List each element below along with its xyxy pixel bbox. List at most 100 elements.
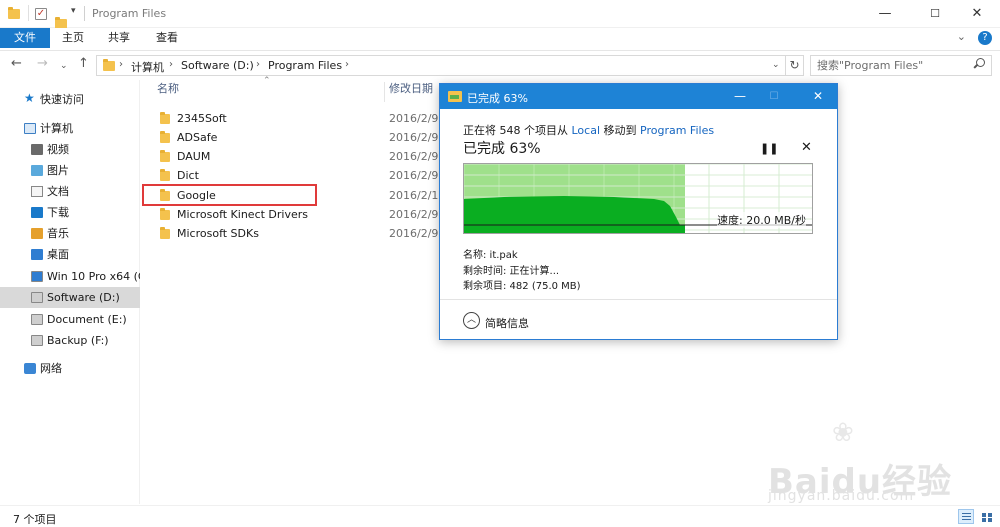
nav-item-downloads[interactable]: 下载 [0,202,140,223]
file-row[interactable]: ADSafe 2016/2/9 [155,128,445,147]
title-bar: ✓ ▾ Program Files — ☐ ✕ [0,0,1000,29]
details-view-button[interactable] [958,509,974,524]
help-icon[interactable]: ? [978,31,992,45]
minimize-button[interactable]: — [862,0,908,28]
file-name: Microsoft SDKs [177,227,259,240]
maximize-button[interactable]: ☐ [912,0,958,28]
pictures-folder-icon [31,165,43,176]
breadcrumb-software-drive[interactable]: Software (D:) [181,59,254,72]
file-date: 2016/2/9 [389,150,439,163]
file-date: 2016/2/9 [389,131,439,144]
speed-label: 速度: 20.0 MB/秒 [717,212,806,228]
window-title: Program Files [92,7,167,20]
paw-logo-icon: ❀ [832,418,854,448]
nav-item-pictures[interactable]: 图片 [0,160,140,181]
refresh-button[interactable]: ↻ [786,55,804,76]
breadcrumb-program-files[interactable]: Program Files [268,59,342,72]
file-date: 2016/2/9 [389,227,439,240]
breadcrumb-chevron-icon[interactable]: › [169,59,173,70]
file-name: 2345Soft [177,112,227,125]
column-header-name[interactable]: 名称 [157,80,179,96]
file-row[interactable]: 2345Soft 2016/2/9 [155,109,445,128]
address-history-chevron-icon[interactable]: ⌄ [772,55,780,76]
fewer-details-toggle[interactable]: ︿ 简略信息 [463,312,563,332]
nav-item-drive-d[interactable]: Software (D:) [0,287,140,308]
file-date: 2016/2/9 [389,112,439,125]
column-divider[interactable] [384,82,385,102]
breadcrumb-chevron-icon[interactable]: › [119,59,123,70]
cancel-button[interactable]: ✕ [801,140,812,155]
items-remaining: 剩余项目: 482 (75.0 MB) [463,281,581,292]
folder-icon [160,169,170,181]
back-arrow-icon[interactable]: ← [11,57,22,71]
search-input[interactable] [817,58,967,73]
nav-item-computer[interactable]: 计算机 [0,118,140,139]
pause-button[interactable]: ❚❚ [760,142,778,155]
expand-ribbon-chevron-icon[interactable]: ⌄ [957,30,966,43]
highlight-annotation-box [142,184,317,206]
navigation-pane: ★ 快速访问 计算机 视频 图片 文档 下载 音乐 桌面 Win 10 Pro … [0,80,140,504]
folder-icon [160,112,170,124]
recent-locations-chevron-icon[interactable]: ⌄ [60,59,68,73]
tab-file[interactable]: 文件 [0,28,50,48]
baidu-watermark: ❀ Baidu经验 jingyan.baidu.com [768,418,998,508]
column-header-date[interactable]: 修改日期 [389,80,433,96]
search-box[interactable] [810,55,992,76]
chevron-up-icon: ︿ [463,312,480,329]
forward-arrow-icon[interactable]: → [37,57,48,71]
windows-drive-icon [31,271,43,282]
tab-home[interactable]: 主页 [52,28,94,48]
progress-percent: 已完成 63% [463,141,541,157]
nav-item-desktop[interactable]: 桌面 [0,244,140,265]
copy-progress-icon [448,91,462,102]
documents-folder-icon [31,186,43,197]
current-file-name: 名称: it.pak [463,250,518,261]
videos-folder-icon [31,144,43,155]
dialog-minimize-button[interactable]: — [726,84,754,109]
file-row[interactable]: Microsoft SDKs 2016/2/9 [155,224,445,243]
destination-link[interactable]: Program Files [640,124,714,137]
properties-icon[interactable]: ✓ [35,8,47,20]
file-name: ADSafe [177,131,218,144]
nav-item-network[interactable]: 网络 [0,358,140,379]
tab-share[interactable]: 共享 [98,28,140,48]
transfer-speed-graph: 速度: 20.0 MB/秒 [463,163,813,234]
file-name: DAUM [177,150,211,163]
computer-icon [24,123,36,134]
nav-item-quick-access[interactable]: ★ 快速访问 [0,89,140,110]
file-row[interactable]: Microsoft Kinect Drivers 2016/2/9 [155,205,445,224]
breadcrumb-chevron-icon[interactable]: › [256,59,260,70]
file-name: Dict [177,169,199,182]
address-row: ← → ⌄ ↑ › 计算机 › Software (D:) › Program … [0,50,1000,79]
nav-item-documents[interactable]: 文档 [0,181,140,202]
address-bar[interactable]: › 计算机 › Software (D:) › Program Files › [96,55,786,76]
customize-quick-access-icon[interactable]: ▾ [71,6,76,16]
nav-item-drive-f[interactable]: Backup (F:) [0,330,140,351]
file-row[interactable]: Dict 2016/2/9 [155,166,445,185]
desktop-folder-icon [31,249,43,260]
large-icons-view-button[interactable] [978,509,994,524]
close-button[interactable]: ✕ [954,0,1000,28]
dialog-footer-divider [440,299,837,300]
dialog-close-button[interactable]: ✕ [804,84,832,109]
tab-view[interactable]: 查看 [146,28,188,48]
dialog-maximize-button: ☐ [769,91,779,102]
nav-item-drive-e[interactable]: Document (E:) [0,309,140,330]
up-arrow-icon[interactable]: ↑ [78,57,89,71]
nav-item-music[interactable]: 音乐 [0,223,140,244]
breadcrumb-computer[interactable]: 计算机 [131,59,164,75]
fewer-details-label: 简略信息 [485,317,529,330]
source-link[interactable]: Local [572,124,601,137]
sort-ascending-icon: ⌃ [263,76,271,86]
breadcrumb-chevron-icon[interactable]: › [345,59,349,70]
file-row[interactable]: DAUM 2016/2/9 [155,147,445,166]
search-icon[interactable] [974,58,985,69]
file-date: 2016/2/1 [389,189,439,202]
nav-item-videos[interactable]: 视频 [0,139,140,160]
status-bar: 7 个项目 [0,505,1000,527]
folder-icon [160,150,170,162]
nav-item-drive-c[interactable]: Win 10 Pro x64 (C: [0,266,140,287]
folder-icon [103,59,115,71]
file-name: Microsoft Kinect Drivers [177,208,309,221]
file-date: 2016/2/9 [389,208,439,221]
